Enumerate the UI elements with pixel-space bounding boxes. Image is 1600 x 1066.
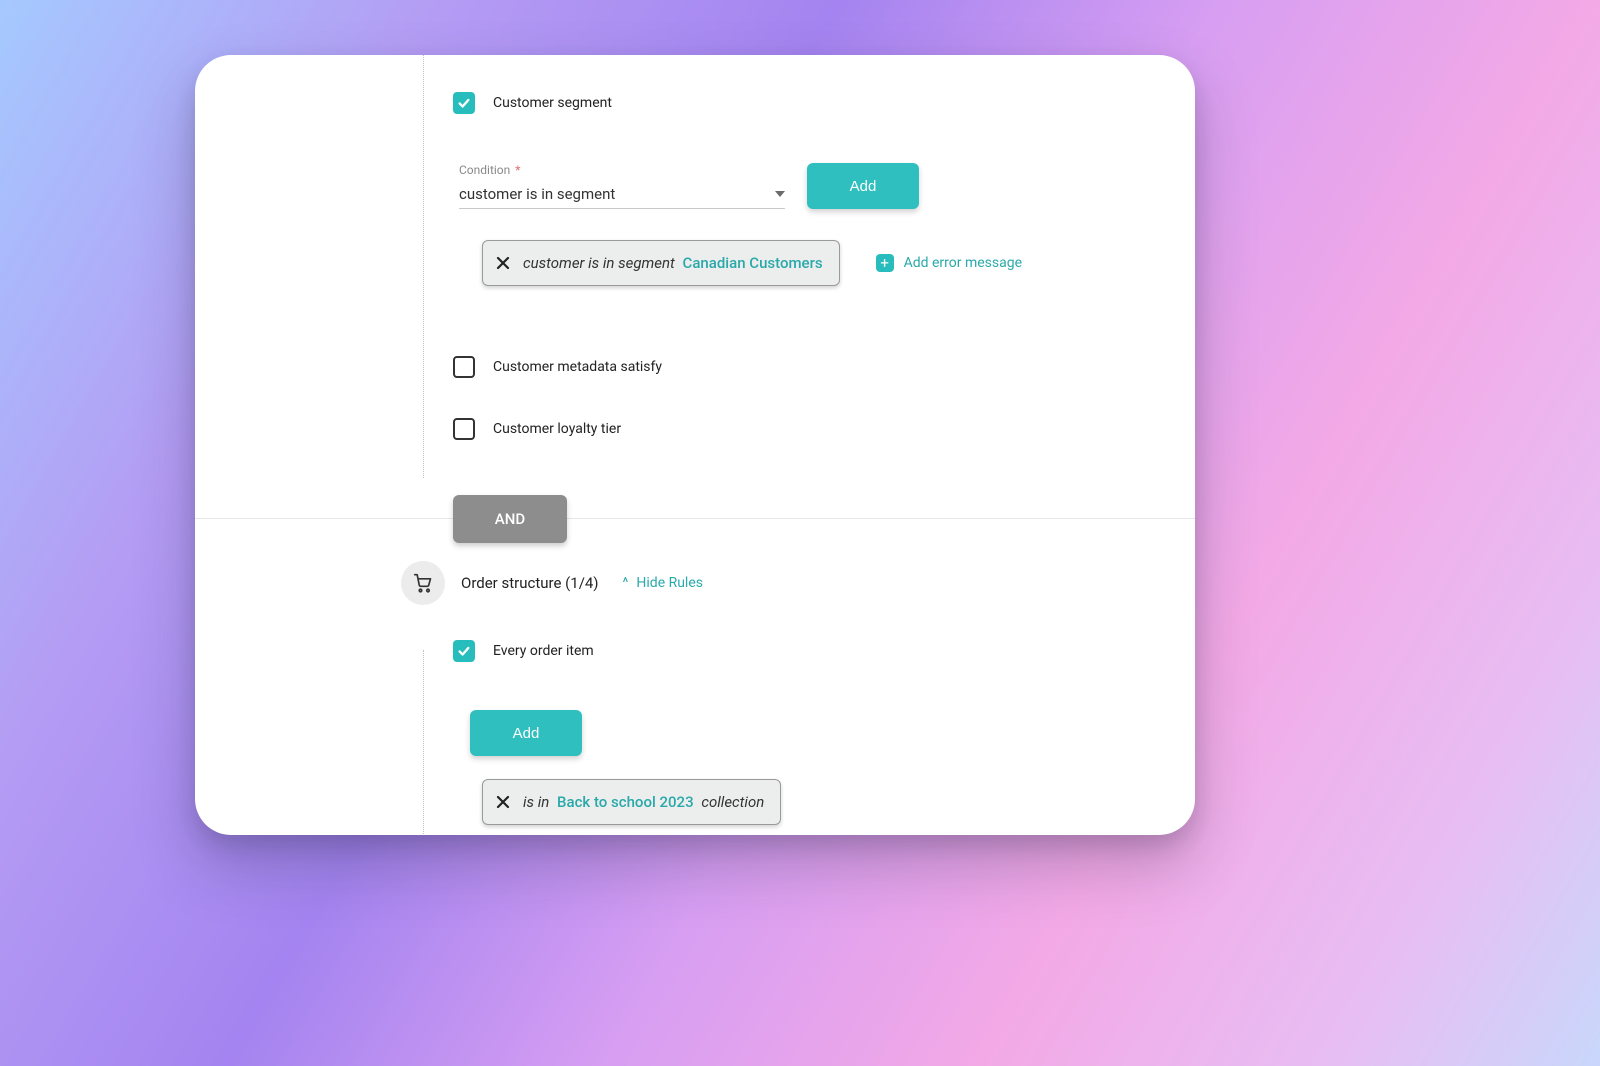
close-icon [496,795,510,809]
rule-customer-loyalty: Customer loyalty tier [453,417,621,441]
chip-segment-name: Canadian Customers [683,254,823,272]
add-error-message-link[interactable]: + Add error message [876,254,1022,272]
remove-chip-button[interactable] [493,792,513,812]
remove-chip-button[interactable] [493,253,513,273]
rule-label: Every order item [493,643,594,659]
checkbox-customer-loyalty[interactable] [453,418,475,440]
chip-prefix: customer is in segment [523,254,675,272]
plus-icon: + [876,254,894,272]
check-icon [457,644,471,658]
cart-icon [401,561,445,605]
chip-text: customer is in segment Canadian Customer… [523,254,823,272]
order-structure-header: Order structure (1/4) ^ Hide Rules [401,561,703,605]
order-condition-chip: is in Back to school 2023 collection [482,779,781,825]
rule-label: Customer loyalty tier [493,421,621,437]
hide-rules-text: Hide Rules [636,575,703,591]
rule-customer-segment: Customer segment [453,91,612,115]
rule-label: Customer metadata satisfy [493,359,662,375]
add-button-row: Add [470,710,582,756]
order-structure-title: Order structure (1/4) [461,574,599,592]
check-icon [457,96,471,110]
condition-select[interactable]: customer is in segment [459,179,785,209]
tree-connector-line [423,55,424,478]
hide-rules-toggle[interactable]: ^ Hide Rules [623,575,703,591]
logic-connector-and[interactable]: AND [453,495,567,543]
chip-suffix: collection [701,793,764,811]
condition-group: Condition * customer is in segment Add [459,163,919,209]
condition-chip-row: customer is in segment Canadian Customer… [482,240,1022,286]
chevron-down-icon [775,191,785,197]
rule-customer-metadata: Customer metadata satisfy [453,355,662,379]
chip-collection-name: Back to school 2023 [557,793,694,811]
chevron-up-icon: ^ [623,575,629,591]
condition-value: customer is in segment [459,185,615,203]
rules-panel: Customer segment Condition * customer is… [195,55,1195,835]
required-mark: * [515,163,520,177]
checkbox-customer-segment[interactable] [453,92,475,114]
condition-caption-text: Condition [459,163,510,177]
close-icon [496,256,510,270]
add-condition-button[interactable]: Add [807,163,919,209]
rule-label: Customer segment [493,95,612,111]
condition-caption: Condition * [459,163,785,177]
add-order-condition-button[interactable]: Add [470,710,582,756]
add-error-message-text: Add error message [904,255,1022,271]
tree-connector-line [423,650,424,835]
condition-field: Condition * customer is in segment [459,163,785,209]
checkbox-customer-metadata[interactable] [453,356,475,378]
chip-text: is in Back to school 2023 collection [523,793,764,811]
order-chip-row: is in Back to school 2023 collection [482,779,781,825]
chip-prefix: is in [523,793,549,811]
checkbox-every-order-item[interactable] [453,640,475,662]
panel-content: Customer segment Condition * customer is… [195,55,1195,835]
rule-every-order-item: Every order item [453,639,594,663]
section-divider [195,518,1195,519]
condition-chip: customer is in segment Canadian Customer… [482,240,840,286]
